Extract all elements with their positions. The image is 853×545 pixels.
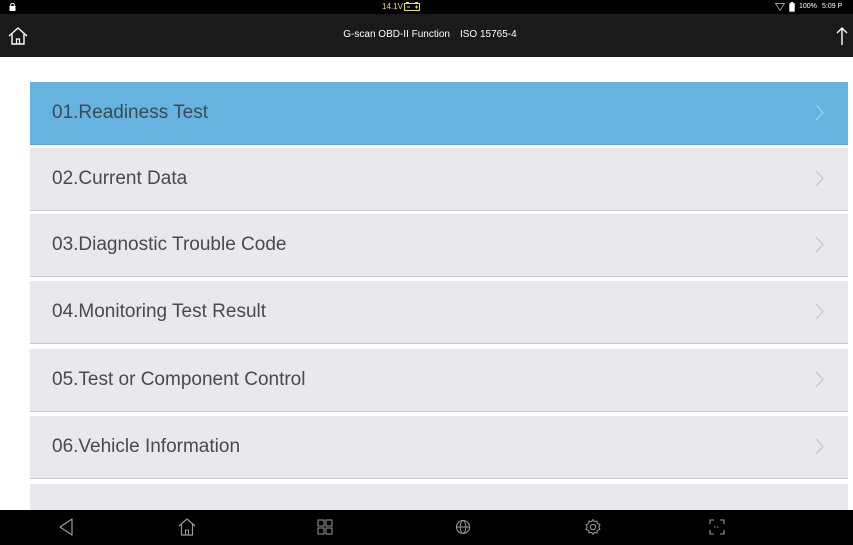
wifi-icon	[775, 3, 785, 11]
chevron-right-icon	[815, 438, 824, 455]
menu-item-readiness-test[interactable]: 01.Readiness Test	[30, 82, 848, 145]
screenshot-button[interactable]	[697, 510, 737, 545]
upload-button[interactable]	[820, 14, 853, 57]
menu-item-label: 05.Test or Component Control	[52, 369, 306, 390]
menu-item-monitoring-test-result[interactable]: 04.Monitoring Test Result	[30, 281, 848, 344]
browser-button[interactable]	[443, 510, 483, 545]
home-button[interactable]	[0, 14, 50, 57]
navigation-bar	[0, 510, 853, 545]
recent-apps-icon	[317, 519, 333, 535]
lock-icon	[9, 3, 16, 11]
menu-item-test-or-component-control[interactable]: 05.Test or Component Control	[30, 349, 848, 412]
upload-icon	[836, 27, 848, 45]
menu-item-label: 02.Current Data	[52, 168, 188, 189]
chevron-right-icon	[815, 236, 824, 253]
recent-apps-button[interactable]	[305, 510, 345, 545]
nav-home-button[interactable]	[167, 510, 207, 545]
menu-item-vehicle-information[interactable]: 06.Vehicle Information	[30, 416, 848, 479]
settings-button[interactable]	[573, 510, 613, 545]
screenshot-icon	[709, 519, 725, 535]
clock: 5:09 P	[822, 3, 843, 10]
home-icon	[178, 518, 196, 536]
page-title: G-scan OBD-II Function ISO 15765-4	[260, 28, 600, 42]
battery-icon	[789, 2, 795, 12]
voltage-reading: 14.1V	[382, 2, 403, 11]
settings-icon	[585, 519, 601, 535]
app-screen: 14.1V 100% 5:09 P G-scan OBD-II Function…	[0, 0, 853, 545]
back-button[interactable]	[46, 510, 86, 545]
chevron-right-icon	[815, 303, 824, 320]
title-bar: G-scan OBD-II Function ISO 15765-4	[0, 14, 853, 57]
protocol-label: ISO 15765-4	[459, 29, 517, 40]
chevron-right-icon	[815, 371, 824, 388]
menu-item-diagnostic-trouble-code[interactable]: 03.Diagnostic Trouble Code	[30, 214, 848, 277]
chevron-right-icon	[815, 170, 824, 187]
globe-icon	[455, 519, 471, 535]
menu-item-label: 04.Monitoring Test Result	[52, 301, 267, 322]
menu-item-current-data[interactable]: 02.Current Data	[30, 148, 848, 211]
battery-percent: 100%	[799, 3, 817, 10]
menu-item-label: 06.Vehicle Information	[52, 436, 241, 457]
function-menu: 01.Readiness Test 02.Current Data 03.Dia…	[0, 57, 853, 510]
chevron-right-icon	[815, 104, 824, 121]
status-bar: 14.1V 100% 5:09 P	[0, 0, 853, 14]
home-icon	[8, 27, 28, 45]
menu-item-label: 03.Diagnostic Trouble Code	[52, 234, 287, 255]
menu-item-label: 01.Readiness Test	[52, 102, 208, 123]
function-title: G-scan OBD-II Function	[343, 29, 450, 40]
menu-item-partial[interactable]	[30, 484, 848, 510]
car-battery-icon	[404, 2, 420, 11]
back-icon	[59, 518, 73, 536]
